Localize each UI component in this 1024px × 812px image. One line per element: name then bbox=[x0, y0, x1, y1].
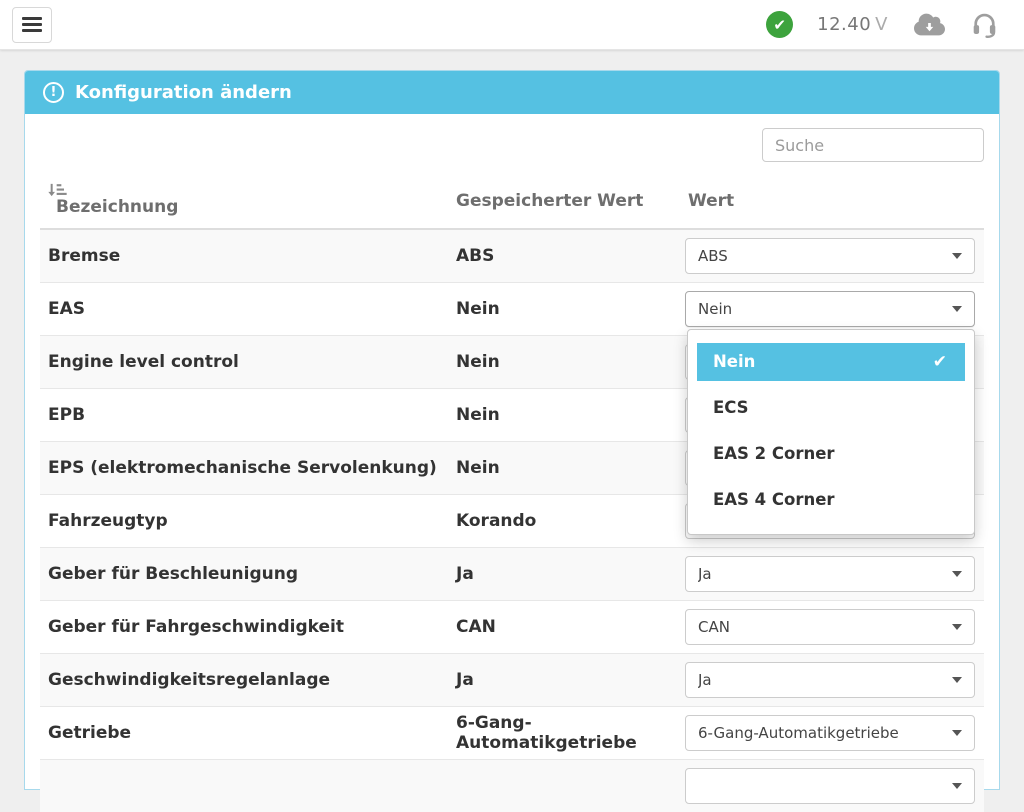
row-label: Geber für Beschleunigung bbox=[40, 547, 448, 600]
row-label: EPB bbox=[40, 388, 448, 441]
table-row: Getriebe6-Gang-Automatikgetriebe6-Gang-A… bbox=[40, 706, 984, 759]
chevron-down-icon bbox=[952, 730, 962, 736]
select-current-value: Nein bbox=[698, 300, 944, 318]
option-label: EAS 4 Corner bbox=[713, 490, 835, 509]
chevron-down-icon bbox=[952, 306, 962, 312]
table-header-row: Bezeichnung Gespeicherter Wert Wert bbox=[40, 174, 984, 229]
row-stored-value: CAN bbox=[448, 600, 678, 653]
column-header-bezeichnung[interactable]: Bezeichnung bbox=[40, 174, 448, 229]
row-value-cell: Ja bbox=[678, 653, 984, 706]
open-dropdown-menu: Nein ✔ ECS EAS 2 Corner EAS 4 Corner bbox=[687, 329, 975, 535]
row-value-cell: NeinNein✔ECSEAS 2 CornerEAS 4 Corner bbox=[678, 282, 984, 335]
check-icon: ✔ bbox=[933, 343, 947, 381]
row-value-cell: CAN bbox=[678, 600, 984, 653]
value-select-getriebe[interactable]: 6-Gang-Automatikgetriebe bbox=[685, 715, 975, 751]
chevron-down-icon bbox=[952, 677, 962, 683]
column-header-gespeicherter-wert[interactable]: Gespeicherter Wert bbox=[448, 174, 678, 229]
select-current-value: Ja bbox=[698, 671, 944, 689]
status-ok-icon: ✔ bbox=[766, 11, 793, 38]
row-label bbox=[40, 759, 448, 812]
value-select-geschwindigkeitsregelanlage[interactable]: Ja bbox=[685, 662, 975, 698]
row-stored-value: Korando bbox=[448, 494, 678, 547]
row-stored-value bbox=[448, 759, 678, 812]
row-stored-value: Nein bbox=[448, 388, 678, 441]
column-label: Wert bbox=[688, 191, 734, 211]
cloud-download-icon[interactable] bbox=[914, 12, 945, 37]
panel-header: ! Konfiguration ändern bbox=[25, 71, 999, 114]
chevron-down-icon bbox=[952, 253, 962, 259]
topbar-status-area: ✔ 12.40V bbox=[766, 10, 1024, 39]
row-label: Bremse bbox=[40, 229, 448, 282]
headset-icon[interactable] bbox=[971, 10, 998, 39]
configuration-table: Bezeichnung Gespeicherter Wert Wert Brem… bbox=[40, 174, 984, 812]
table-row: Geber für FahrgeschwindigkeitCANCAN bbox=[40, 600, 984, 653]
row-stored-value: ABS bbox=[448, 229, 678, 282]
option-label: ECS bbox=[713, 398, 749, 417]
dropdown-option-eas-2-corner[interactable]: EAS 2 Corner bbox=[688, 431, 974, 477]
row-label: Getriebe bbox=[40, 706, 448, 759]
select-current-value: ABS bbox=[698, 247, 944, 265]
row-stored-value: Nein bbox=[448, 441, 678, 494]
column-header-wert[interactable]: Wert bbox=[678, 174, 984, 229]
sort-amount-icon bbox=[48, 182, 440, 197]
search-input[interactable] bbox=[762, 128, 984, 162]
configuration-panel: ! Konfiguration ändern bbox=[24, 70, 1000, 790]
option-label: EAS 2 Corner bbox=[713, 444, 835, 463]
dropdown-option-eas-4-corner[interactable]: EAS 4 Corner bbox=[688, 477, 974, 523]
row-stored-value: Ja bbox=[448, 547, 678, 600]
value-select-row10[interactable] bbox=[685, 768, 975, 804]
top-bar: ✔ 12.40V bbox=[0, 0, 1024, 50]
row-label: EAS bbox=[40, 282, 448, 335]
select-current-value: CAN bbox=[698, 618, 944, 636]
row-value-cell: 6-Gang-Automatikgetriebe bbox=[678, 706, 984, 759]
row-stored-value: Nein bbox=[448, 282, 678, 335]
chevron-down-icon bbox=[952, 624, 962, 630]
table-body: BremseABSABSEASNeinNeinNein✔ECSEAS 2 Cor… bbox=[40, 229, 984, 812]
column-label: Bezeichnung bbox=[56, 197, 178, 217]
row-stored-value: Nein bbox=[448, 335, 678, 388]
value-select-eas[interactable]: Nein bbox=[685, 291, 975, 327]
info-exclamation-icon: ! bbox=[43, 82, 64, 103]
hamburger-menu-button[interactable] bbox=[12, 7, 52, 43]
value-select-bremse[interactable]: ABS bbox=[685, 238, 975, 274]
table-row: Geber für BeschleunigungJaJa bbox=[40, 547, 984, 600]
chevron-down-icon bbox=[952, 783, 962, 789]
select-current-value: 6-Gang-Automatikgetriebe bbox=[698, 724, 944, 742]
dropdown-option-nein[interactable]: Nein ✔ bbox=[697, 343, 965, 381]
column-label: Gespeicherter Wert bbox=[456, 191, 643, 211]
row-label: Geschwindigkeitsregelanlage bbox=[40, 653, 448, 706]
table-row bbox=[40, 759, 984, 812]
row-stored-value: Ja bbox=[448, 653, 678, 706]
row-value-cell: ABS bbox=[678, 229, 984, 282]
panel-body: Bezeichnung Gespeicherter Wert Wert Brem… bbox=[25, 114, 999, 812]
chevron-down-icon bbox=[952, 571, 962, 577]
search-row bbox=[40, 128, 984, 162]
option-label: Nein bbox=[713, 343, 755, 381]
voltage-value: 12.40 bbox=[817, 14, 871, 35]
row-stored-value: 6-Gang-Automatikgetriebe bbox=[448, 706, 678, 759]
value-select-geber-f-r-fahrgeschwindigkeit[interactable]: CAN bbox=[685, 609, 975, 645]
select-current-value: Ja bbox=[698, 565, 944, 583]
row-value-cell: Ja bbox=[678, 547, 984, 600]
value-select-geber-f-r-beschleunigung[interactable]: Ja bbox=[685, 556, 975, 592]
row-label: Geber für Fahrgeschwindigkeit bbox=[40, 600, 448, 653]
battery-voltage: 12.40V bbox=[817, 14, 888, 35]
voltage-unit: V bbox=[875, 14, 888, 35]
row-value-cell bbox=[678, 759, 984, 812]
dropdown-option-ecs[interactable]: ECS bbox=[688, 385, 974, 431]
table-row: EASNeinNeinNein✔ECSEAS 2 CornerEAS 4 Cor… bbox=[40, 282, 984, 335]
panel-title: Konfiguration ändern bbox=[75, 82, 292, 103]
row-label: EPS (elektromechanische Servolenkung) bbox=[40, 441, 448, 494]
table-row: GeschwindigkeitsregelanlageJaJa bbox=[40, 653, 984, 706]
row-label: Engine level control bbox=[40, 335, 448, 388]
table-row: BremseABSABS bbox=[40, 229, 984, 282]
row-label: Fahrzeugtyp bbox=[40, 494, 448, 547]
